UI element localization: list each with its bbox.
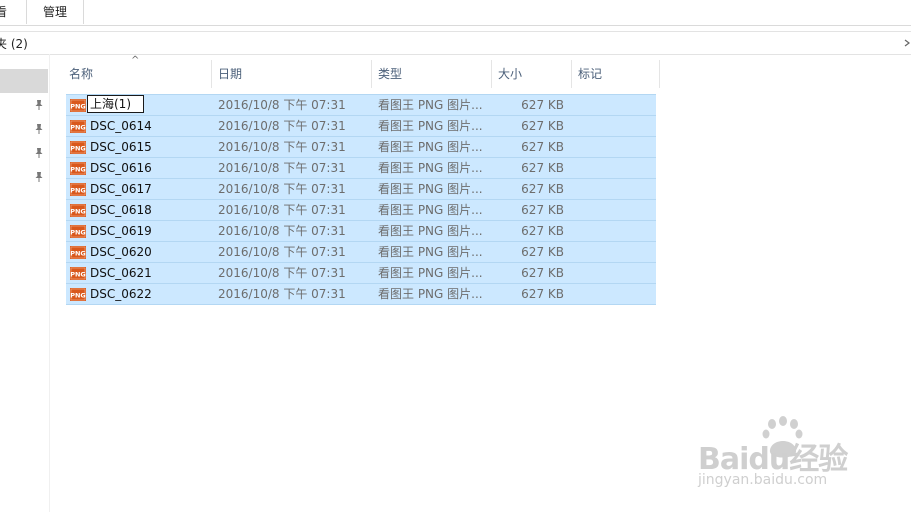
ribbon-tab-view[interactable]: 看 [0, 0, 7, 24]
baidu-watermark: Baidu经验 jingyan.baidu.com [696, 414, 866, 494]
file-type: 看图王 PNG 图片... [378, 224, 483, 238]
png-file-icon: PNG [70, 267, 86, 280]
pin-icon[interactable] [34, 123, 44, 135]
file-row[interactable]: PNG DSC_0619 2016/10/8 下午 07:31 看图王 PNG … [66, 221, 656, 242]
file-name: DSC_0618 [90, 203, 152, 217]
svg-text:PNG: PNG [70, 166, 86, 174]
file-row[interactable]: PNG DSC_0618 2016/10/8 下午 07:31 看图王 PNG … [66, 200, 656, 221]
svg-text:PNG: PNG [70, 292, 86, 300]
file-size: 627 KB [521, 119, 564, 133]
file-date: 2016/10/8 下午 07:31 [218, 266, 346, 280]
pin-icon[interactable] [34, 99, 44, 111]
file-type: 看图王 PNG 图片... [378, 161, 483, 175]
svg-text:PNG: PNG [70, 145, 86, 153]
file-type: 看图王 PNG 图片... [378, 245, 483, 259]
ribbon-tab-manage[interactable]: 管理 [26, 0, 84, 24]
column-header-type[interactable]: 类型 [378, 60, 402, 88]
file-date: 2016/10/8 下午 07:31 [218, 119, 346, 133]
watermark-url: jingyan.baidu.com [698, 472, 828, 488]
file-type: 看图王 PNG 图片... [378, 140, 483, 154]
column-header-date[interactable]: 日期 [218, 60, 242, 88]
png-file-icon: PNG [70, 204, 86, 217]
file-type: 看图王 PNG 图片... [378, 98, 483, 112]
png-file-icon: PNG [70, 183, 86, 196]
png-file-icon: PNG [70, 141, 86, 154]
file-name: DSC_0619 [90, 224, 152, 238]
svg-text:PNG: PNG [70, 250, 86, 258]
file-size: 627 KB [521, 203, 564, 217]
svg-text:PNG: PNG [70, 229, 86, 237]
file-row[interactable]: PNG 上海(1) 2016/10/8 下午 07:31 看图王 PNG 图片.… [66, 94, 656, 116]
rename-input[interactable]: 上海(1) [87, 95, 144, 113]
file-type: 看图王 PNG 图片... [378, 203, 483, 217]
svg-text:PNG: PNG [70, 208, 86, 216]
file-date: 2016/10/8 下午 07:31 [218, 98, 346, 112]
file-list: PNG 上海(1) 2016/10/8 下午 07:31 看图王 PNG 图片.… [66, 94, 656, 305]
file-type: 看图王 PNG 图片... [378, 119, 483, 133]
file-row[interactable]: PNG DSC_0615 2016/10/8 下午 07:31 看图王 PNG … [66, 137, 656, 158]
file-name: DSC_0615 [90, 140, 152, 154]
file-size: 627 KB [521, 182, 564, 196]
address-bar[interactable]: 夹 (2) [0, 31, 911, 55]
file-size: 627 KB [521, 245, 564, 259]
file-date: 2016/10/8 下午 07:31 [218, 161, 346, 175]
file-row[interactable]: PNG DSC_0620 2016/10/8 下午 07:31 看图王 PNG … [66, 242, 656, 263]
file-name: DSC_0620 [90, 245, 152, 259]
file-name: DSC_0616 [90, 161, 152, 175]
file-size: 627 KB [521, 161, 564, 175]
column-divider[interactable] [659, 60, 660, 88]
pin-icon[interactable] [34, 171, 44, 183]
file-size: 627 KB [521, 266, 564, 280]
file-name: DSC_0621 [90, 266, 152, 280]
file-date: 2016/10/8 下午 07:31 [218, 203, 346, 217]
png-file-icon: PNG [70, 288, 86, 301]
sort-ascending-icon: ^ [131, 55, 140, 66]
column-header-name[interactable]: 名称 [69, 60, 93, 88]
address-path[interactable]: 夹 (2) [0, 35, 28, 52]
column-header-tags[interactable]: 标记 [578, 60, 602, 88]
svg-text:PNG: PNG [70, 124, 86, 132]
png-file-icon: PNG [70, 120, 86, 133]
column-header-size[interactable]: 大小 [498, 60, 522, 88]
file-date: 2016/10/8 下午 07:31 [218, 140, 346, 154]
navigation-pane [0, 54, 50, 512]
file-row[interactable]: PNG DSC_0617 2016/10/8 下午 07:31 看图王 PNG … [66, 179, 656, 200]
ribbon-tab-strip: 看 管理 [0, 0, 911, 26]
file-name: DSC_0622 [90, 287, 152, 301]
file-row[interactable]: PNG DSC_0621 2016/10/8 下午 07:31 看图王 PNG … [66, 263, 656, 284]
column-divider[interactable] [491, 60, 492, 88]
file-date: 2016/10/8 下午 07:31 [218, 287, 346, 301]
file-row[interactable]: PNG DSC_0616 2016/10/8 下午 07:31 看图王 PNG … [66, 158, 656, 179]
file-type: 看图王 PNG 图片... [378, 182, 483, 196]
png-file-icon: PNG [70, 162, 86, 175]
pin-icon[interactable] [34, 147, 44, 159]
file-size: 627 KB [521, 98, 564, 112]
column-divider[interactable] [571, 60, 572, 88]
file-size: 627 KB [521, 287, 564, 301]
file-type: 看图王 PNG 图片... [378, 287, 483, 301]
file-type: 看图王 PNG 图片... [378, 266, 483, 280]
png-file-icon: PNG [70, 246, 86, 259]
column-divider[interactable] [371, 60, 372, 88]
file-row[interactable]: PNG DSC_0614 2016/10/8 下午 07:31 看图王 PNG … [66, 116, 656, 137]
address-dropdown-chevron-icon[interactable] [903, 36, 911, 50]
svg-text:PNG: PNG [70, 187, 86, 195]
file-date: 2016/10/8 下午 07:31 [218, 182, 346, 196]
file-date: 2016/10/8 下午 07:31 [218, 224, 346, 238]
nav-item-selected[interactable] [0, 69, 48, 93]
png-file-icon: PNG [70, 225, 86, 238]
file-row[interactable]: PNG DSC_0622 2016/10/8 下午 07:31 看图王 PNG … [66, 284, 656, 305]
file-name: DSC_0617 [90, 182, 152, 196]
svg-text:PNG: PNG [70, 103, 86, 111]
file-name: DSC_0614 [90, 119, 152, 133]
file-size: 627 KB [521, 140, 564, 154]
column-divider[interactable] [211, 60, 212, 88]
file-date: 2016/10/8 下午 07:31 [218, 245, 346, 259]
png-file-icon: PNG [70, 99, 86, 112]
svg-text:PNG: PNG [70, 271, 86, 279]
file-size: 627 KB [521, 224, 564, 238]
